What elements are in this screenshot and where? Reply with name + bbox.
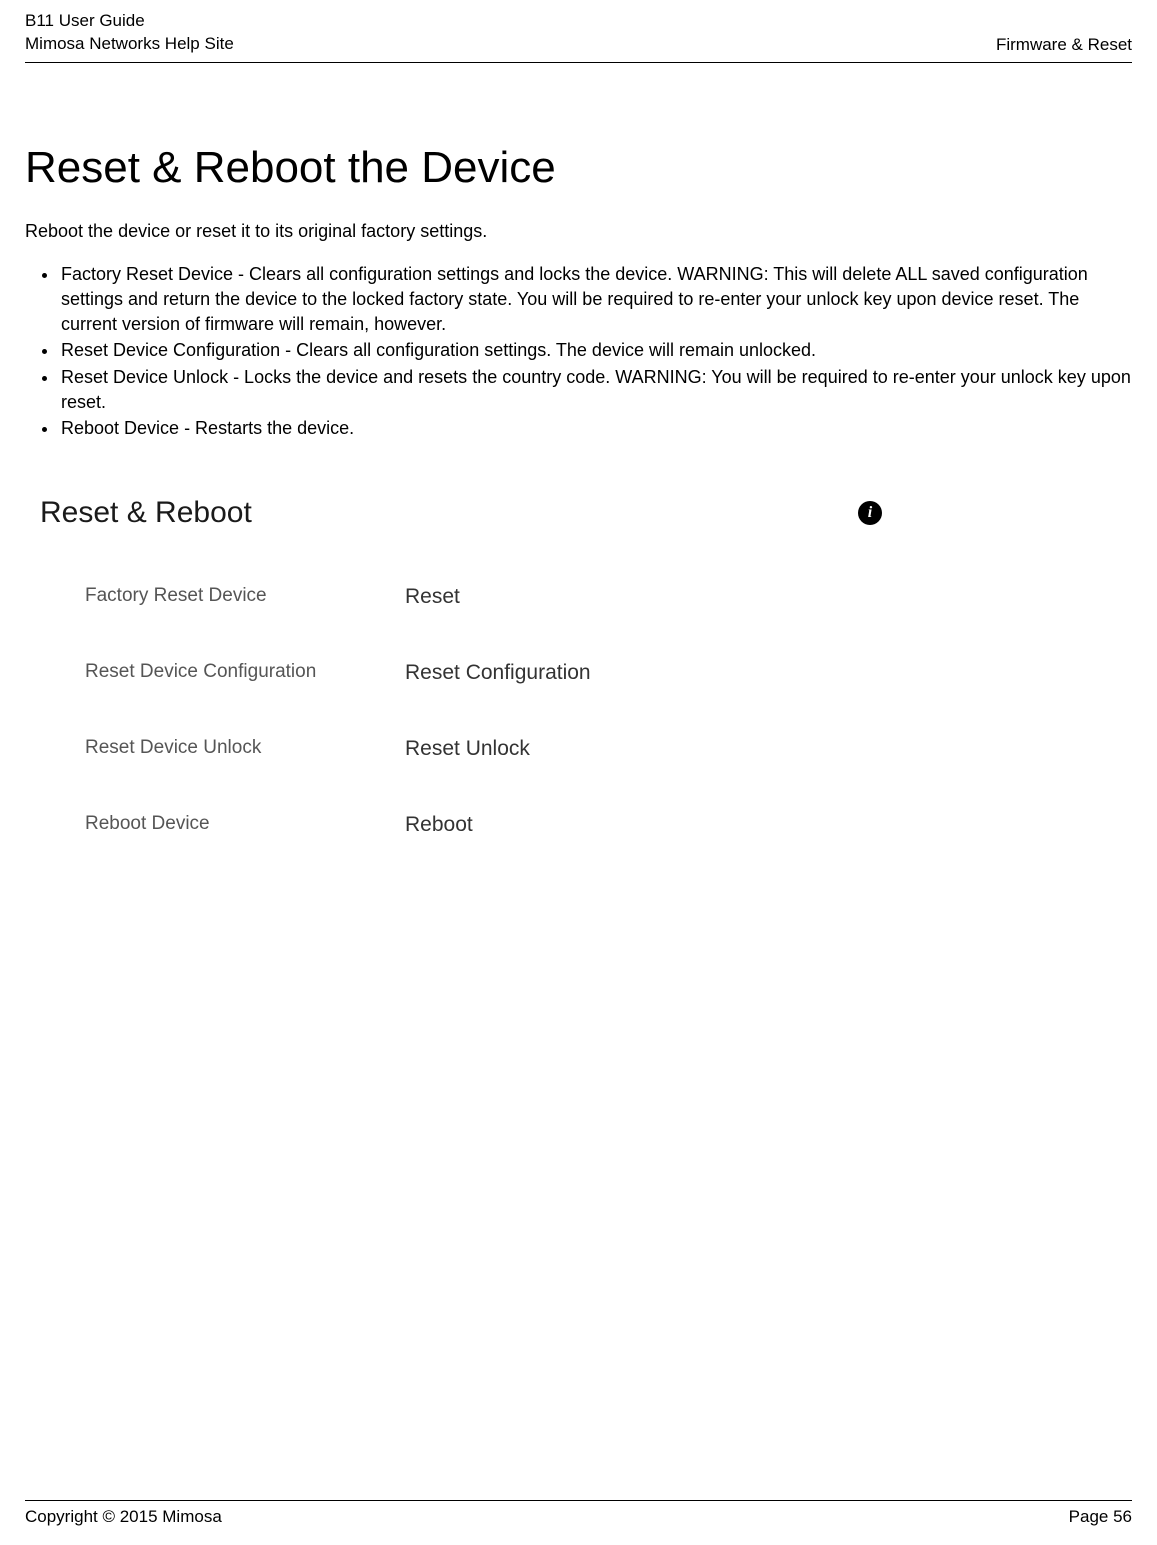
- header-section: Firmware & Reset: [996, 35, 1132, 56]
- factory-reset-label: Factory Reset Device: [85, 585, 405, 609]
- info-icon[interactable]: i: [858, 501, 882, 525]
- reset-reboot-panel: Reset & Reboot i Factory Reset Device Re…: [40, 496, 1117, 837]
- reboot-button[interactable]: Reboot: [405, 813, 473, 837]
- page-header: B11 User Guide Mimosa Networks Help Site…: [25, 10, 1132, 63]
- copyright-text: Copyright © 2015 Mimosa: [25, 1507, 222, 1527]
- options-list: Factory Reset Device - Clears all config…: [25, 262, 1132, 441]
- panel-title: Reset & Reboot: [40, 496, 252, 530]
- list-item: Reboot Device - Restarts the device.: [59, 416, 1132, 441]
- intro-text: Reboot the device or reset it to its ori…: [25, 221, 1132, 242]
- reset-unlock-label: Reset Device Unlock: [85, 737, 405, 761]
- panel-row-reboot: Reboot Device Reboot: [40, 813, 1117, 837]
- page-number: Page 56: [1069, 1507, 1132, 1527]
- reset-unlock-button[interactable]: Reset Unlock: [405, 737, 530, 761]
- guide-title: B11 User Guide: [25, 10, 234, 33]
- panel-row-reset-config: Reset Device Configuration Reset Configu…: [40, 661, 1117, 685]
- list-item: Reset Device Configuration - Clears all …: [59, 338, 1132, 363]
- reboot-label: Reboot Device: [85, 813, 405, 837]
- list-item: Factory Reset Device - Clears all config…: [59, 262, 1132, 338]
- panel-header: Reset & Reboot i: [40, 496, 1117, 530]
- panel-row-factory-reset: Factory Reset Device Reset: [40, 585, 1117, 609]
- help-site: Mimosa Networks Help Site: [25, 33, 234, 56]
- page-footer: Copyright © 2015 Mimosa Page 56: [25, 1500, 1132, 1527]
- reset-config-button[interactable]: Reset Configuration: [405, 661, 591, 685]
- page-title: Reset & Reboot the Device: [25, 143, 1132, 193]
- list-item: Reset Device Unlock - Locks the device a…: [59, 365, 1132, 415]
- header-left: B11 User Guide Mimosa Networks Help Site: [25, 10, 234, 56]
- reset-config-label: Reset Device Configuration: [85, 661, 405, 685]
- panel-row-reset-unlock: Reset Device Unlock Reset Unlock: [40, 737, 1117, 761]
- factory-reset-button[interactable]: Reset: [405, 585, 460, 609]
